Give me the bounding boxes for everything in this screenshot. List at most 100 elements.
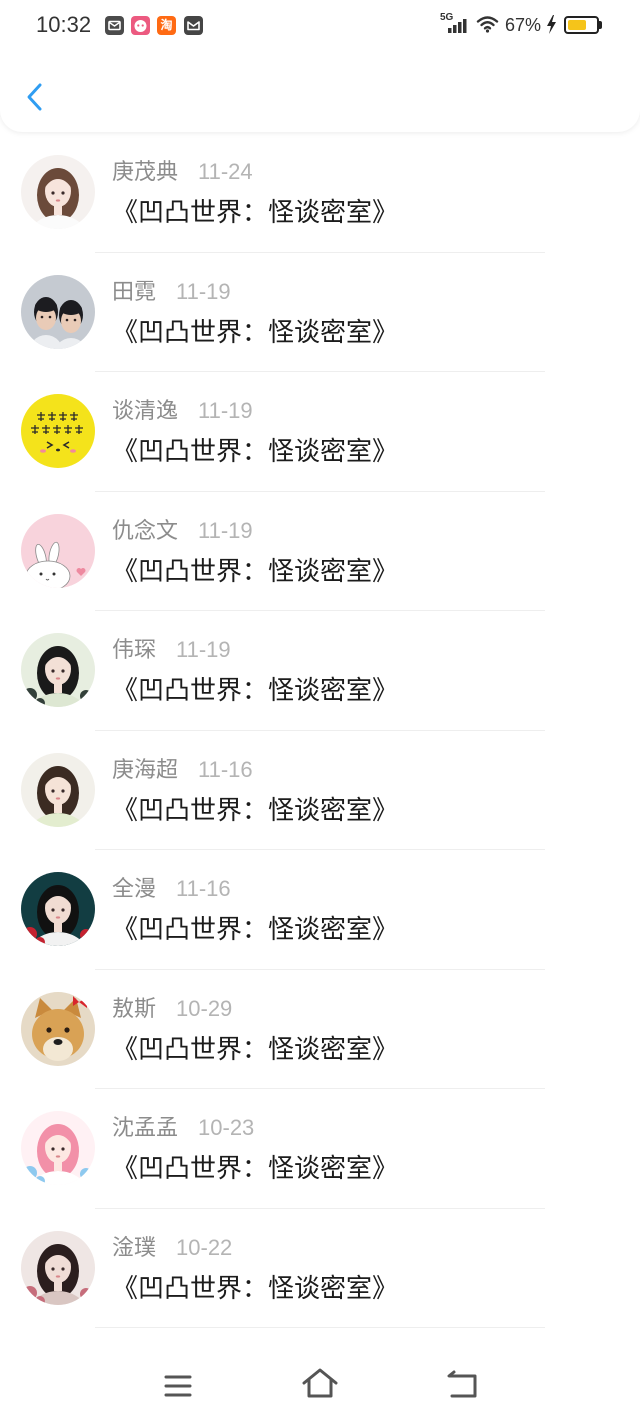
list-item[interactable]: 淦璞 10-22 《凹凸世界：怪谈密室》 [0, 1209, 640, 1328]
avatar-mouth [55, 916, 61, 919]
avatar-cheek [40, 449, 46, 453]
wifi-arc [476, 16, 499, 23]
portrait-avatar [21, 633, 95, 707]
menu-button[interactable] [163, 1373, 193, 1399]
charging-icon [547, 15, 556, 34]
home-button[interactable] [301, 1367, 339, 1399]
pair-avatar [21, 274, 95, 349]
avatar-flower [80, 929, 92, 941]
avatar-eye [40, 315, 44, 318]
avatar-eye [61, 1266, 65, 1271]
avatar-mouth [55, 677, 61, 680]
sender-name: 伟琛 [112, 637, 157, 662]
avatar[interactable] [21, 872, 95, 946]
list-item[interactable]: 全漫 11-16 《凹凸世界：怪谈密室》 [0, 850, 640, 970]
mail-app-icon [105, 16, 124, 35]
status-bar: 10:32 淘 5G 67% [0, 0, 640, 50]
avatar[interactable] [21, 752, 95, 827]
list-item[interactable]: 仇念文 11-19 《凹凸世界：怪谈密室》 [0, 492, 640, 611]
item-date: 11-19 [176, 278, 231, 304]
avatar-bangs [35, 299, 57, 312]
sender-name: 仇念文 [112, 517, 179, 543]
text-face-avatar [21, 394, 95, 468]
avatar-mouth [55, 199, 61, 202]
sender-name: 谈清逸 [112, 398, 179, 423]
avatar-mouth [55, 1155, 61, 1158]
avatar-eye [51, 908, 55, 912]
list-item[interactable]: 庚茂典 11-24 《凹凸世界：怪谈密室》 [0, 133, 640, 253]
avatar-eye [61, 908, 65, 912]
portrait-avatar [21, 752, 95, 827]
avatar[interactable] [21, 155, 95, 229]
sender-name: 沈孟孟 [112, 1115, 179, 1140]
item-meta: 田霓 11-19 [112, 279, 231, 305]
avatar[interactable] [21, 1230, 95, 1305]
bolt-shape [547, 15, 556, 34]
item-date: 11-16 [198, 756, 253, 782]
avatar-flower [23, 688, 37, 702]
avatar[interactable] [21, 513, 95, 588]
item-title: 《凹凸世界：怪谈密室》 [112, 914, 399, 944]
battery-fill [568, 20, 587, 30]
avatar[interactable] [21, 394, 95, 468]
avatar-eye [61, 1147, 65, 1151]
portrait-avatar [21, 155, 95, 229]
item-divider [95, 1327, 545, 1328]
message-shape [187, 21, 200, 31]
avatar-mouth [56, 448, 60, 452]
avatar-eye [48, 315, 52, 318]
item-date: 11-16 [176, 876, 231, 901]
item-meta: 敖斯 10-29 [112, 996, 232, 1022]
home-walls [307, 1378, 333, 1398]
list-item[interactable]: 敖斯 10-29 《凹凸世界：怪谈密室》 [0, 970, 640, 1089]
chevron-left-icon [27, 83, 42, 111]
signal-bar [448, 28, 452, 33]
list-item[interactable]: 沈孟孟 10-23 《凹凸世界：怪谈密室》 [0, 1089, 640, 1209]
portrait-avatar [21, 872, 95, 946]
avatar-eye [61, 788, 65, 793]
item-date: 11-24 [198, 159, 253, 184]
item-title: 《凹凸世界：怪谈密室》 [112, 794, 399, 825]
rabbit-eye [52, 572, 56, 575]
avatar-flower [23, 1166, 37, 1180]
signal-icon [448, 19, 467, 33]
avatar-flower [80, 1168, 92, 1180]
home-icon [302, 1368, 338, 1398]
sender-name: 田霓 [112, 278, 157, 304]
battery-percent: 67% [505, 15, 542, 35]
back-nav-button[interactable] [446, 1369, 480, 1399]
avatar-eye [51, 788, 55, 793]
item-title: 《凹凸世界：怪谈密室》 [112, 1272, 399, 1303]
list-item[interactable]: 田霓 11-19 《凹凸世界：怪谈密室》 [0, 253, 640, 372]
item-meta: 沈孟孟 10-23 [112, 1115, 254, 1141]
wifi-arc [480, 21, 495, 27]
wifi-dot [485, 29, 490, 33]
avatar-eye [65, 318, 69, 321]
avatar-bangs [60, 302, 82, 315]
back-icon [447, 1370, 477, 1398]
item-meta: 庚海超 11-16 [112, 757, 253, 783]
menu-icon [164, 1375, 192, 1397]
dog-eye [46, 1026, 52, 1033]
avatar-flower [80, 1287, 92, 1300]
avatar[interactable] [21, 991, 95, 1066]
signal-bar [458, 22, 462, 33]
item-date: 11-19 [198, 517, 253, 543]
signal-bar [463, 19, 467, 33]
dog-eye [64, 1026, 70, 1033]
rabbit-eye [39, 572, 43, 575]
item-title: 《凹凸世界：怪谈密室》 [112, 1033, 399, 1064]
sender-name: 全漫 [112, 876, 157, 901]
avatar[interactable] [21, 274, 95, 349]
list-item[interactable]: 庚海超 11-16 《凹凸世界：怪谈密室》 [0, 731, 640, 850]
battery-cap [599, 21, 602, 29]
message-glyph [187, 21, 200, 31]
chat-eye [137, 24, 140, 27]
back-button[interactable] [16, 76, 56, 118]
avatar[interactable] [21, 1111, 95, 1185]
avatar[interactable] [21, 633, 95, 707]
dog-nose [53, 1038, 63, 1045]
item-meta: 淦璞 10-22 [112, 1235, 232, 1261]
list-item[interactable]: 谈清逸 11-19 《凹凸世界：怪谈密室》 [0, 372, 640, 492]
list-item[interactable]: 伟琛 11-19 《凹凸世界：怪谈密室》 [0, 611, 640, 731]
